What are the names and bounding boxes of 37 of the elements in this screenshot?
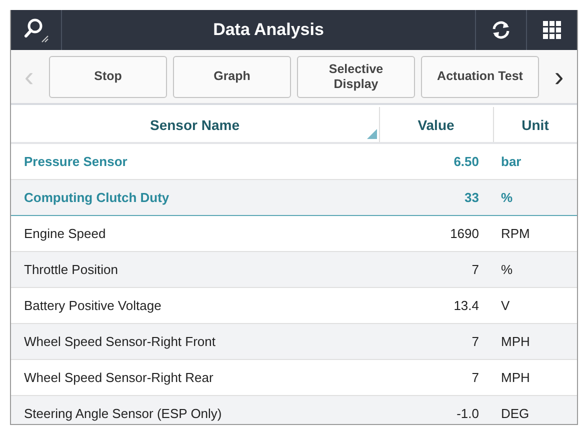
unit-cell: DEG [501,406,530,421]
toolbar-button[interactable]: Stop [49,56,167,98]
scroll-right-button[interactable]: › [545,62,573,90]
sensor-name-cell: Wheel Speed Sensor-Right Rear [24,370,214,385]
value-cell: 33 [464,190,479,205]
value-cell: -1.0 [456,406,479,421]
value-cell: 1690 [450,226,479,241]
refresh-icon[interactable] [490,19,512,41]
column-header[interactable]: Unit [522,116,549,132]
unit-cell: % [501,262,513,277]
unit-cell: % [501,190,513,205]
value-cell: 7 [472,370,479,385]
sensor-name-cell: Steering Angle Sensor (ESP Only) [24,406,222,421]
unit-cell: bar [501,154,522,169]
value-cell: 7 [472,262,479,277]
search-icon[interactable] [23,17,49,43]
sensor-name-cell: Pressure Sensor [24,154,128,169]
sensor-name-cell: Wheel Speed Sensor-Right Front [24,334,216,349]
column-header[interactable]: Sensor Name [150,116,240,132]
sensor-name-cell: Computing Clutch Duty [24,190,170,205]
sensor-name-cell: Engine Speed [24,226,106,241]
unit-cell: MPH [501,334,530,349]
value-cell: 7 [472,334,479,349]
unit-cell: V [501,298,510,313]
toolbar-button[interactable]: Selective Display [297,56,415,98]
value-cell: 6.50 [454,154,479,169]
unit-cell: MPH [501,370,530,385]
value-cell: 13.4 [454,298,479,313]
unit-cell: RPM [501,226,530,241]
sensor-name-cell: Throttle Position [24,262,118,277]
toolbar-button[interactable]: Actuation Test [421,56,539,98]
column-header[interactable]: Value [418,116,454,132]
toolbar-button[interactable]: Graph [173,56,291,98]
grid-menu-icon[interactable] [543,21,561,39]
window-title: Data Analysis [212,19,325,41]
sort-indicator-icon [366,129,376,139]
sensor-name-cell: Battery Positive Voltage [24,298,162,313]
